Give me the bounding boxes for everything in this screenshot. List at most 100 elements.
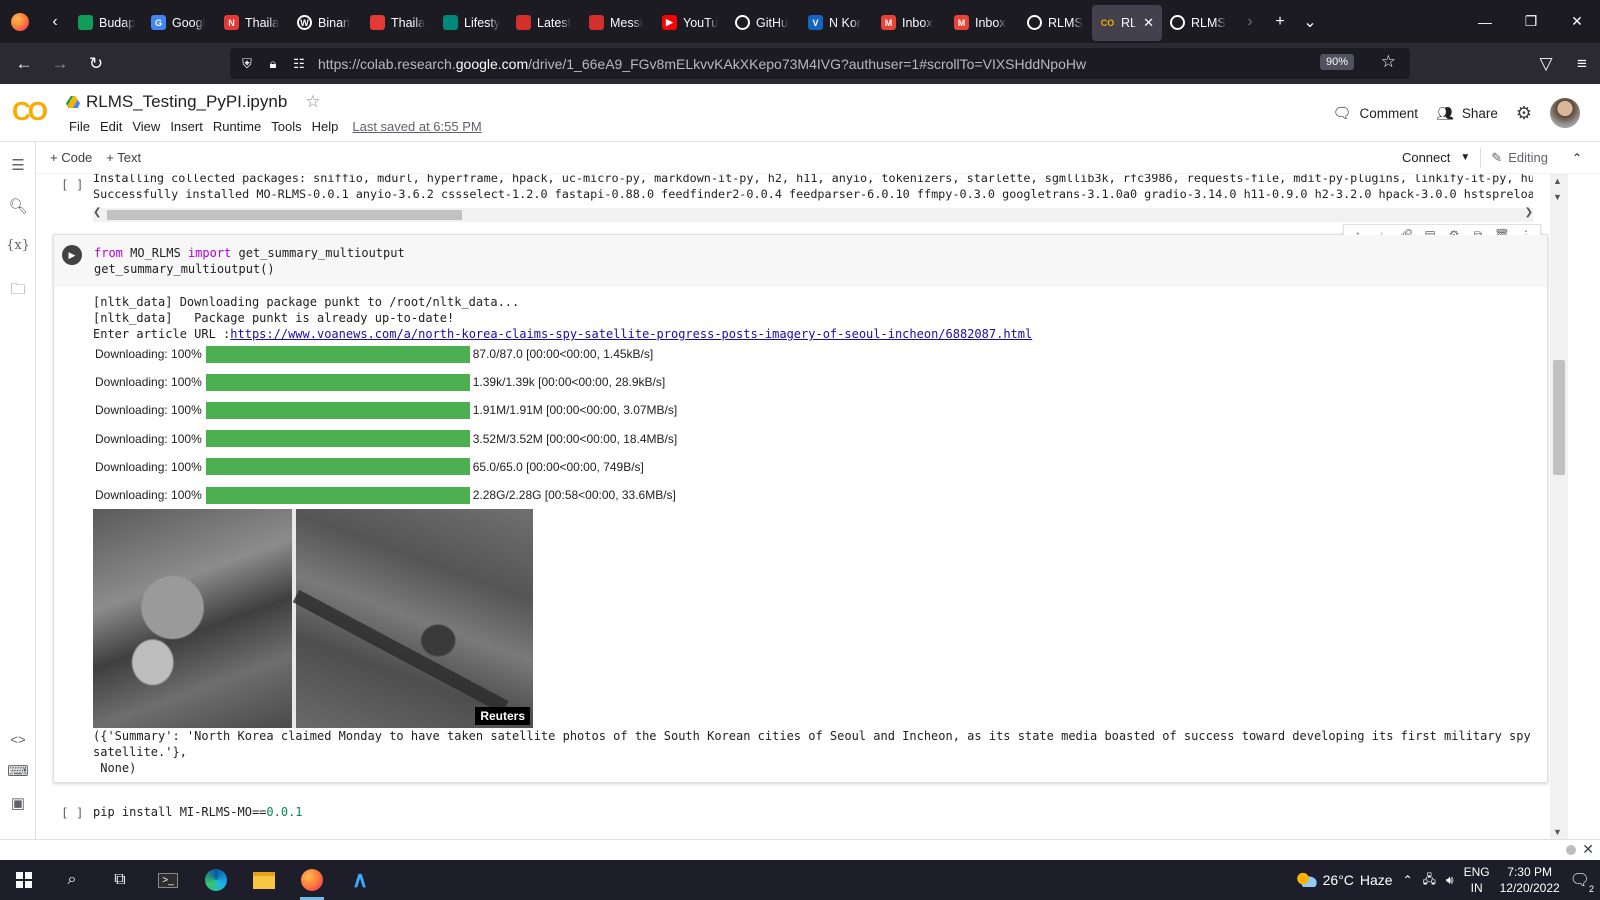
terminal-app-icon[interactable]: >_ bbox=[144, 860, 192, 900]
file-explorer-icon[interactable] bbox=[240, 860, 288, 900]
browser-tab[interactable]: CO RLM ✕ bbox=[1092, 4, 1162, 41]
notifications-icon[interactable]: 🗨︎ 2 bbox=[1570, 870, 1594, 894]
menu-icon[interactable]: ≡ bbox=[1564, 43, 1600, 84]
add-text-cell-button[interactable]: + Text bbox=[106, 150, 141, 165]
share-button[interactable]: 👥︎ Share bbox=[1436, 105, 1498, 122]
windows-taskbar: ⌕ ⧉ >_ ∧ 26°C Haze ⌃ 🖧︎ 🔊︎ ENG IN 7:30 PM 1… bbox=[0, 860, 1600, 900]
forward-icon[interactable]: → bbox=[42, 43, 78, 84]
zoom-level[interactable]: 90% bbox=[1319, 54, 1354, 70]
permissions-icon[interactable]: ☷ bbox=[286, 56, 312, 72]
vscode-icon[interactable]: ∧ bbox=[336, 860, 384, 900]
next-code-cell[interactable]: [ ] pip install MI-RLMS-MO==0.0.1 bbox=[36, 804, 1584, 828]
settings-gear-icon[interactable]: ⚙ bbox=[1516, 103, 1532, 124]
edge-icon[interactable] bbox=[192, 860, 240, 900]
star-notebook-icon[interactable]: ☆ bbox=[305, 92, 320, 112]
search-icon[interactable]: 🔍︎ bbox=[0, 197, 36, 215]
browser-tab[interactable]: V N Kor bbox=[800, 5, 873, 41]
editing-mode-button[interactable]: ✎ Editing bbox=[1491, 150, 1548, 166]
minimize-icon[interactable]: — bbox=[1462, 0, 1508, 43]
tab-favicon-icon bbox=[735, 15, 750, 30]
scrollbar-thumb[interactable] bbox=[107, 210, 462, 220]
back-icon[interactable]: ← bbox=[6, 43, 42, 84]
task-view-icon[interactable]: ⧉ bbox=[96, 860, 144, 900]
scroll-down-arrow-icon[interactable]: ▼ bbox=[1553, 192, 1562, 202]
avatar[interactable] bbox=[1550, 98, 1580, 128]
horizontal-scrollbar[interactable]: ❮ ❯ bbox=[93, 207, 1533, 222]
browser-tab[interactable]: ▶ YouTu bbox=[654, 5, 727, 41]
menu-item-insert[interactable]: Insert bbox=[165, 119, 208, 134]
close-tab-icon[interactable]: ✕ bbox=[1143, 15, 1154, 31]
browser-tab[interactable]: GitHu bbox=[727, 5, 800, 41]
close-window-icon[interactable]: ✕ bbox=[1554, 0, 1600, 43]
scroll-right-arrow-icon[interactable]: ❯ bbox=[1525, 207, 1533, 218]
code-cell[interactable]: ↑ ↓ 🔗︎ ▤ ⚙ ⧉ 🗑︎ ⋮ ▶ from MO_RLMS import … bbox=[53, 224, 1548, 783]
cell-code-editor[interactable]: ▶ from MO_RLMS import get_summary_multio… bbox=[54, 235, 1547, 287]
notebook-title[interactable]: RLMS_Testing_PyPI.ipynb bbox=[86, 92, 287, 112]
url-text[interactable]: https://colab.research.google.com/drive/… bbox=[318, 56, 1086, 72]
connect-button[interactable]: Connect ▼ bbox=[1402, 150, 1470, 165]
new-tab-icon[interactable]: + bbox=[1265, 0, 1295, 43]
browser-tab[interactable]: RLMS bbox=[1019, 5, 1092, 41]
vertical-scrollbar[interactable]: ▲ ▼ ▼ bbox=[1550, 174, 1568, 839]
weather-widget[interactable]: 26°C Haze bbox=[1296, 872, 1393, 888]
article-url-link[interactable]: https://www.voanews.com/a/north-korea-cl… bbox=[230, 327, 1032, 341]
terminal-icon[interactable]: ▣ bbox=[0, 794, 36, 812]
search-icon[interactable]: ⌕ bbox=[48, 860, 96, 900]
browser-tab[interactable]: G Googl bbox=[143, 5, 216, 41]
scroll-left-arrow-icon[interactable]: ❮ bbox=[93, 207, 101, 218]
language-indicator[interactable]: ENG IN bbox=[1464, 864, 1490, 896]
tab-list-icon[interactable]: ⌄ bbox=[1295, 0, 1325, 43]
start-button[interactable] bbox=[0, 860, 48, 900]
bookmark-star-icon[interactable]: ☆ bbox=[1381, 52, 1396, 72]
files-folder-icon[interactable]: 🗀︎ bbox=[0, 279, 36, 304]
network-icon[interactable]: 🖧︎ bbox=[1423, 870, 1436, 891]
run-cell-button[interactable]: ▶ bbox=[62, 245, 82, 265]
browser-tab[interactable]: Latest bbox=[508, 5, 581, 41]
scroll-up-arrow-icon[interactable]: ▲ bbox=[1553, 176, 1562, 186]
menu-item-view[interactable]: View bbox=[127, 119, 165, 134]
cell-run-bracket[interactable]: [ ] bbox=[61, 177, 84, 192]
code-token: pip install MI-RLMS-MO== bbox=[93, 805, 267, 819]
browser-tab[interactable]: M Inbox bbox=[873, 5, 946, 41]
cell-run-bracket[interactable]: [ ] bbox=[61, 805, 84, 820]
restore-icon[interactable]: ❐ bbox=[1508, 0, 1554, 43]
menu-item-edit[interactable]: Edit bbox=[95, 119, 127, 134]
clock[interactable]: 7:30 PM 12/20/2022 bbox=[1500, 864, 1560, 896]
browser-tab[interactable]: M Inbox bbox=[946, 5, 1019, 41]
lock-icon[interactable]: 🔒︎ bbox=[260, 56, 286, 72]
url-bar[interactable]: ⛨ 🔒︎ ☷ https://colab.research.google.com… bbox=[230, 48, 1410, 79]
last-saved-link[interactable]: Last saved at 6:55 PM bbox=[347, 119, 486, 134]
pocket-icon[interactable]: ▽ bbox=[1528, 43, 1564, 84]
code-snippets-icon[interactable]: <> bbox=[0, 732, 36, 747]
volume-icon[interactable]: 🔊︎ bbox=[1446, 873, 1454, 888]
shield-icon[interactable]: ⛨ bbox=[234, 56, 260, 72]
browser-tab[interactable]: Lifesty bbox=[435, 5, 508, 41]
add-code-cell-button[interactable]: + Code bbox=[50, 150, 92, 165]
menu-item-file[interactable]: File bbox=[64, 119, 95, 134]
comment-button[interactable]: 🗨︎ Comment bbox=[1332, 104, 1418, 122]
menu-item-runtime[interactable]: Runtime bbox=[208, 119, 266, 134]
show-hidden-icons-icon[interactable]: ⌃ bbox=[1403, 873, 1413, 887]
vscode-glyph: ∧ bbox=[351, 867, 369, 892]
scrollbar-thumb[interactable] bbox=[1553, 360, 1565, 475]
scroll-down-arrow-icon[interactable]: ▼ bbox=[1553, 827, 1562, 837]
variables-icon[interactable]: {x} bbox=[0, 238, 36, 253]
command-palette-icon[interactable]: ⌨ bbox=[0, 762, 36, 780]
browser-tab[interactable]: Budap bbox=[70, 5, 143, 41]
browser-tab[interactable]: Thaila bbox=[362, 5, 435, 41]
firefox-icon[interactable] bbox=[0, 0, 40, 43]
tab-scroll-left-icon[interactable]: ‹ bbox=[40, 0, 70, 43]
browser-tab[interactable]: W Binan bbox=[289, 5, 362, 41]
reload-icon[interactable]: ↻ bbox=[78, 43, 114, 84]
tab-scroll-right-icon[interactable]: › bbox=[1235, 0, 1265, 43]
browser-tab[interactable]: RLMS bbox=[1162, 5, 1235, 41]
colab-logo[interactable]: CO bbox=[12, 96, 48, 127]
firefox-taskbar-icon[interactable] bbox=[288, 860, 336, 900]
browser-tab[interactable]: N Thaila bbox=[216, 5, 289, 41]
menu-item-tools[interactable]: Tools bbox=[266, 119, 306, 134]
browser-tab[interactable]: Messi bbox=[581, 5, 654, 41]
table-of-contents-icon[interactable]: ☰ bbox=[0, 156, 36, 174]
close-status-icon[interactable]: ✕ bbox=[1582, 841, 1594, 858]
collapse-header-icon[interactable]: ⌃ bbox=[1572, 151, 1582, 165]
menu-item-help[interactable]: Help bbox=[307, 119, 344, 134]
